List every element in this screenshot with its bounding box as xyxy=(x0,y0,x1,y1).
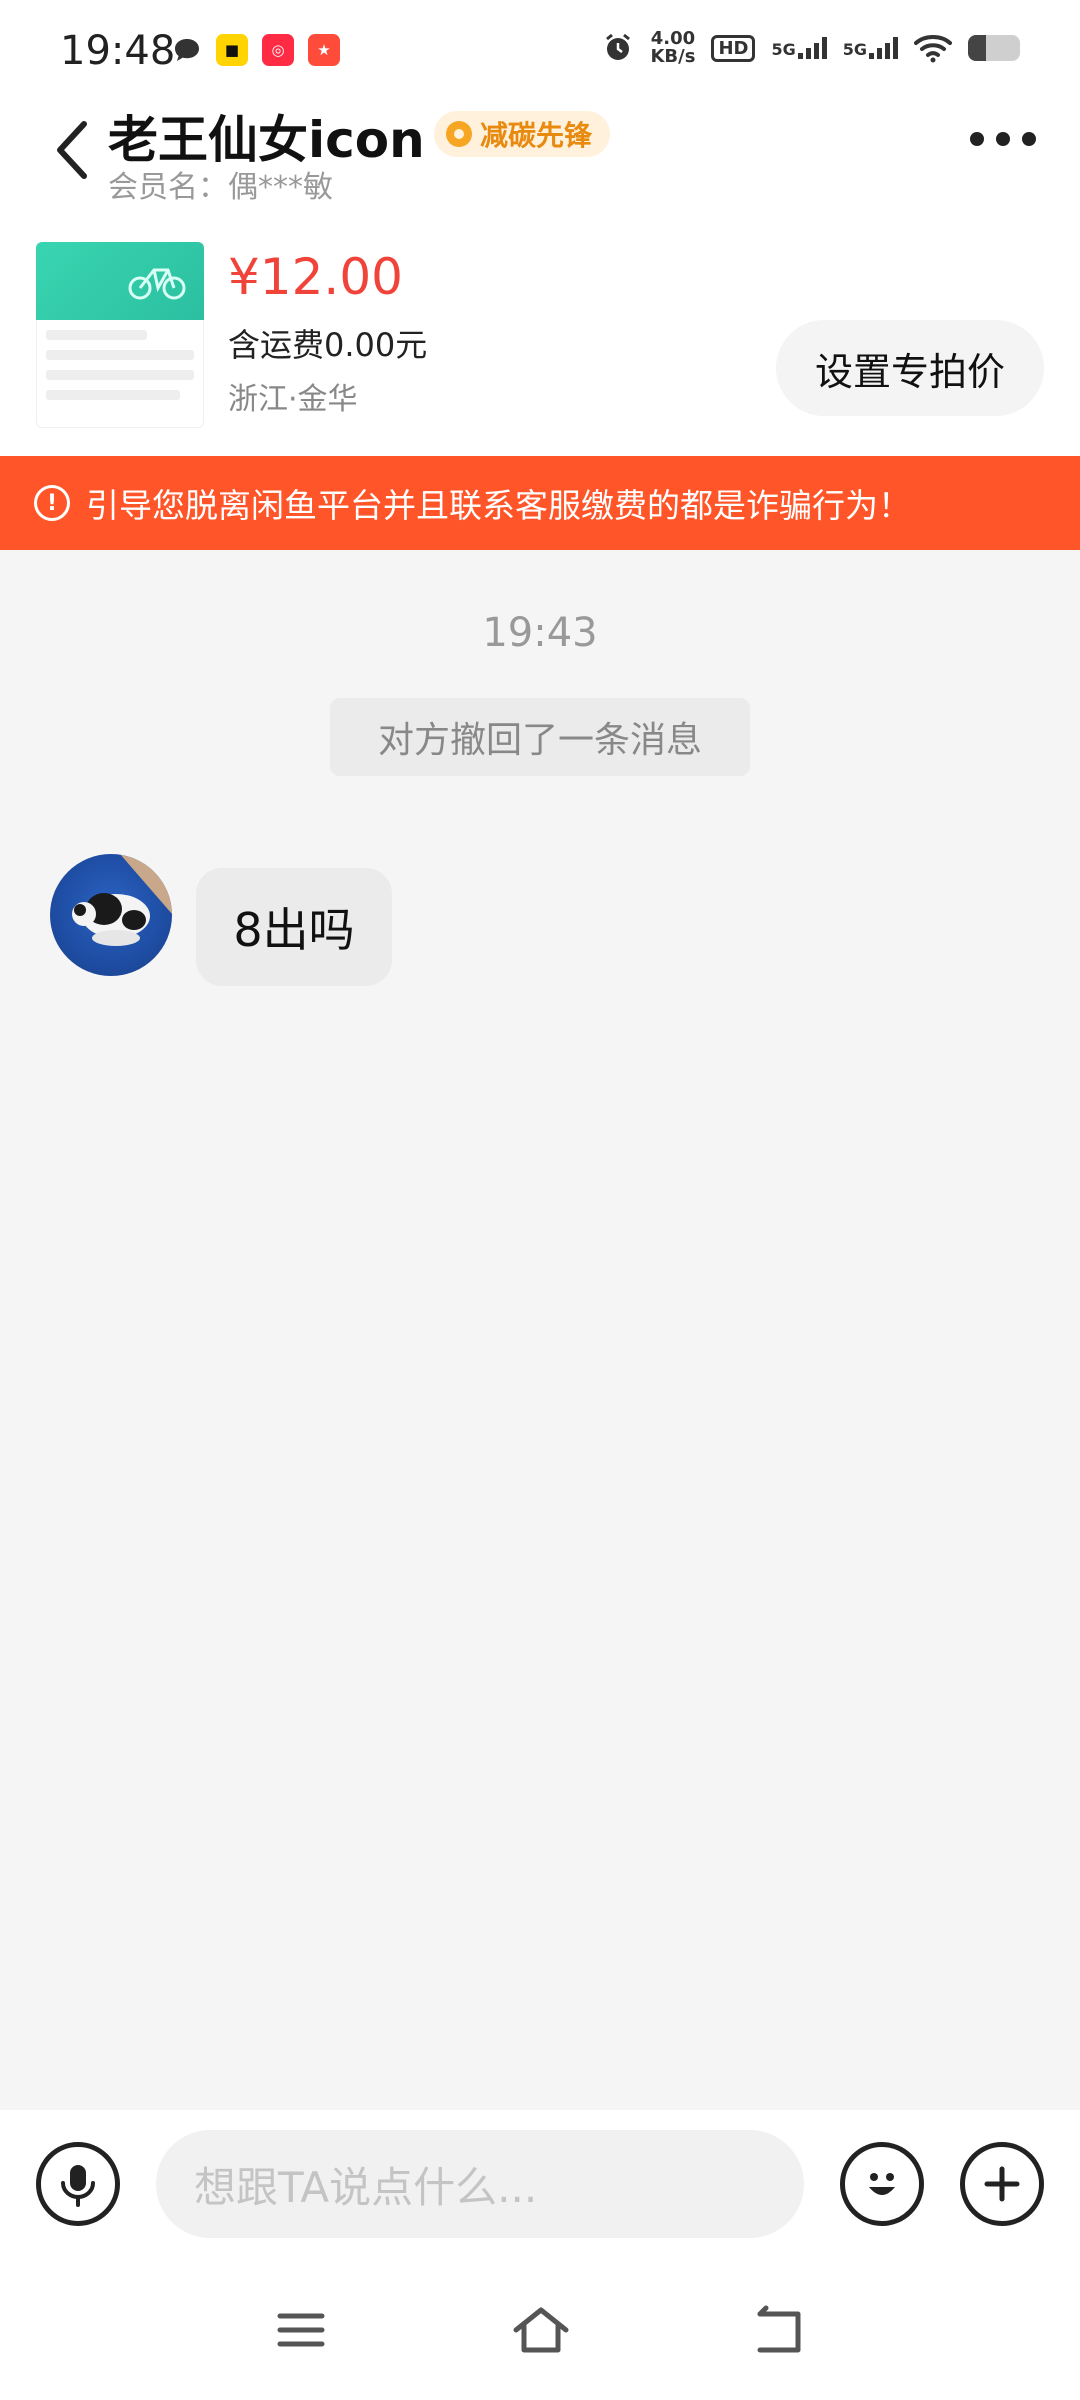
hd-badge: HD xyxy=(711,34,756,62)
leaf-icon xyxy=(446,121,472,147)
fraud-warning-banner: ! 引导您脱离闲鱼平台并且联系客服缴费的都是诈骗行为！ xyxy=(0,456,1080,550)
app-red-icon: ◎ xyxy=(262,34,294,66)
menu-icon[interactable] xyxy=(266,2300,336,2360)
more-dot-icon xyxy=(970,132,984,146)
warning-text: 引导您脱离闲鱼平台并且联系客服缴费的都是诈骗行为！ xyxy=(86,486,911,525)
more-actions-button[interactable] xyxy=(960,2142,1044,2226)
status-notification-icons: ■ ◎ ★ xyxy=(172,34,340,66)
product-thumbnail[interactable] xyxy=(36,242,204,428)
member-name: 会员名：偶***敏 xyxy=(108,170,333,205)
signal-bars-icon xyxy=(797,37,827,59)
status-indicators: 4.00 KB/s HD 5G 5G xyxy=(602,30,1020,66)
app-yellow-icon: ■ xyxy=(216,34,248,66)
net-speed-unit: KB/s xyxy=(650,46,696,67)
carbon-badge[interactable]: 减碳先锋 xyxy=(434,111,611,157)
thumbnail-banner xyxy=(36,242,204,320)
input-bar: 想跟TA说点什么... xyxy=(0,2110,1080,2260)
alarm-icon xyxy=(606,33,631,60)
avatar[interactable] xyxy=(50,854,172,976)
more-options-button[interactable] xyxy=(970,132,1036,146)
plus-icon xyxy=(984,2166,1020,2202)
network-label-1: 5G xyxy=(771,40,796,59)
smiley-icon xyxy=(869,2173,895,2195)
chat-area[interactable]: 19:43 对方撤回了一条消息 8出吗 xyxy=(0,550,1080,2110)
net-speed: 4.00 KB/s xyxy=(650,30,695,66)
back-nav-icon[interactable] xyxy=(746,2300,816,2360)
thumbnail-line xyxy=(46,370,194,380)
set-special-price-button[interactable]: 设置专拍价 xyxy=(776,320,1044,416)
app-game-icon: ★ xyxy=(308,34,340,66)
product-card[interactable]: ¥12.00 含运费0.00元 浙江·金华 设置专拍价 xyxy=(0,212,1080,456)
shipping-fee: 含运费0.00元 xyxy=(228,326,428,364)
signal-5g-1: 5G xyxy=(771,37,827,59)
message-icon xyxy=(175,39,199,61)
back-button[interactable] xyxy=(44,110,104,190)
status-time: 19:48 xyxy=(60,28,176,74)
signal-5g-2: 5G xyxy=(843,37,898,59)
home-icon[interactable] xyxy=(506,2300,576,2360)
badge-label: 减碳先锋 xyxy=(480,119,593,152)
cat-avatar-icon xyxy=(72,854,172,946)
battery-fill xyxy=(968,35,987,61)
warning-icon: ! xyxy=(34,485,70,521)
chat-screen: 19:48 ■ ◎ ★ 4.00 KB/s HD 5G 5G 老王仙女icon … xyxy=(0,0,1080,2400)
thumbnail-line xyxy=(46,350,194,360)
signal-bars-icon xyxy=(869,37,898,59)
chat-header: 老王仙女icon 减碳先锋 会员名：偶***敏 xyxy=(0,92,1080,212)
thumbnail-line xyxy=(46,390,181,400)
battery-icon xyxy=(968,35,1020,61)
microphone-icon xyxy=(61,2165,95,2207)
message-input[interactable]: 想跟TA说点什么... xyxy=(156,2130,804,2238)
system-navigation-bar xyxy=(0,2260,1080,2400)
voice-button[interactable] xyxy=(36,2142,120,2226)
product-location: 浙江·金华 xyxy=(228,382,358,417)
network-label-2: 5G xyxy=(842,40,867,59)
thumbnail-line xyxy=(46,330,147,340)
more-dot-icon xyxy=(1022,132,1036,146)
wifi-icon xyxy=(914,35,952,63)
recall-notice: 对方撤回了一条消息 xyxy=(330,698,750,776)
more-dot-icon xyxy=(996,132,1010,146)
bike-icon xyxy=(128,268,186,300)
product-price: ¥12.00 xyxy=(228,248,403,306)
message-time: 19:43 xyxy=(482,610,598,656)
message-bubble[interactable]: 8出吗 xyxy=(196,868,392,986)
emoji-button[interactable] xyxy=(840,2142,924,2226)
status-bar: 19:48 ■ ◎ ★ 4.00 KB/s HD 5G 5G xyxy=(0,0,1080,92)
